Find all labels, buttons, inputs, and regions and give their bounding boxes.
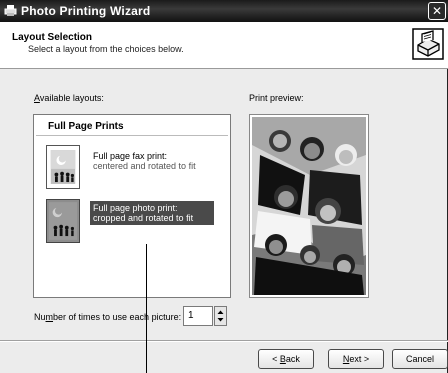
wizard-window: Photo Printing Wizard ✕ Layout Selection… bbox=[0, 0, 448, 373]
copies-label: Number of times to use each picture: bbox=[34, 312, 182, 322]
back-button[interactable]: < Back bbox=[258, 349, 314, 369]
copies-input[interactable]: 1 bbox=[183, 306, 213, 326]
spin-buttons[interactable] bbox=[214, 306, 227, 326]
spin-arrows-icon[interactable] bbox=[215, 307, 226, 325]
layout-item-fax-print[interactable]: Full page fax print: centered and rotate… bbox=[46, 145, 222, 189]
cancel-button[interactable]: Cancel bbox=[392, 349, 448, 369]
layout-item-photo-print[interactable]: Full page photo print: cropped and rotat… bbox=[46, 199, 222, 243]
photo-print-thumbnail bbox=[46, 199, 80, 243]
print-preview-label: Print preview: bbox=[249, 93, 304, 103]
page-subtitle: Select a layout from the choices below. bbox=[28, 44, 184, 54]
callout-line bbox=[146, 244, 147, 373]
layouts-list[interactable]: Full Page Prints Full page fax print: ce… bbox=[33, 114, 231, 298]
printer-icon bbox=[412, 28, 444, 60]
title-bar[interactable]: Photo Printing Wizard ✕ bbox=[0, 0, 448, 22]
wizard-header: Layout Selection Select a layout from th… bbox=[0, 22, 448, 69]
fax-print-thumbnail bbox=[46, 145, 80, 189]
printer-app-icon bbox=[4, 5, 17, 16]
footer-divider bbox=[0, 340, 448, 342]
close-icon: ✕ bbox=[431, 4, 443, 18]
layout-item-label: Full page photo print: cropped and rotat… bbox=[90, 201, 214, 225]
available-layouts-label: Available layouts: bbox=[34, 93, 104, 103]
preview-photo bbox=[250, 115, 368, 297]
copies-stepper[interactable]: 1 bbox=[183, 306, 227, 326]
window-title: Photo Printing Wizard bbox=[21, 4, 151, 18]
next-button[interactable]: Next > bbox=[328, 349, 384, 369]
page-title: Layout Selection bbox=[12, 32, 93, 43]
layout-group-title: Full Page Prints bbox=[48, 121, 124, 132]
layout-item-label: Full page fax print: centered and rotate… bbox=[93, 151, 196, 171]
layout-group-header: Full Page Prints bbox=[36, 117, 228, 136]
print-preview-pane bbox=[249, 114, 369, 298]
close-button[interactable]: ✕ bbox=[428, 2, 446, 20]
